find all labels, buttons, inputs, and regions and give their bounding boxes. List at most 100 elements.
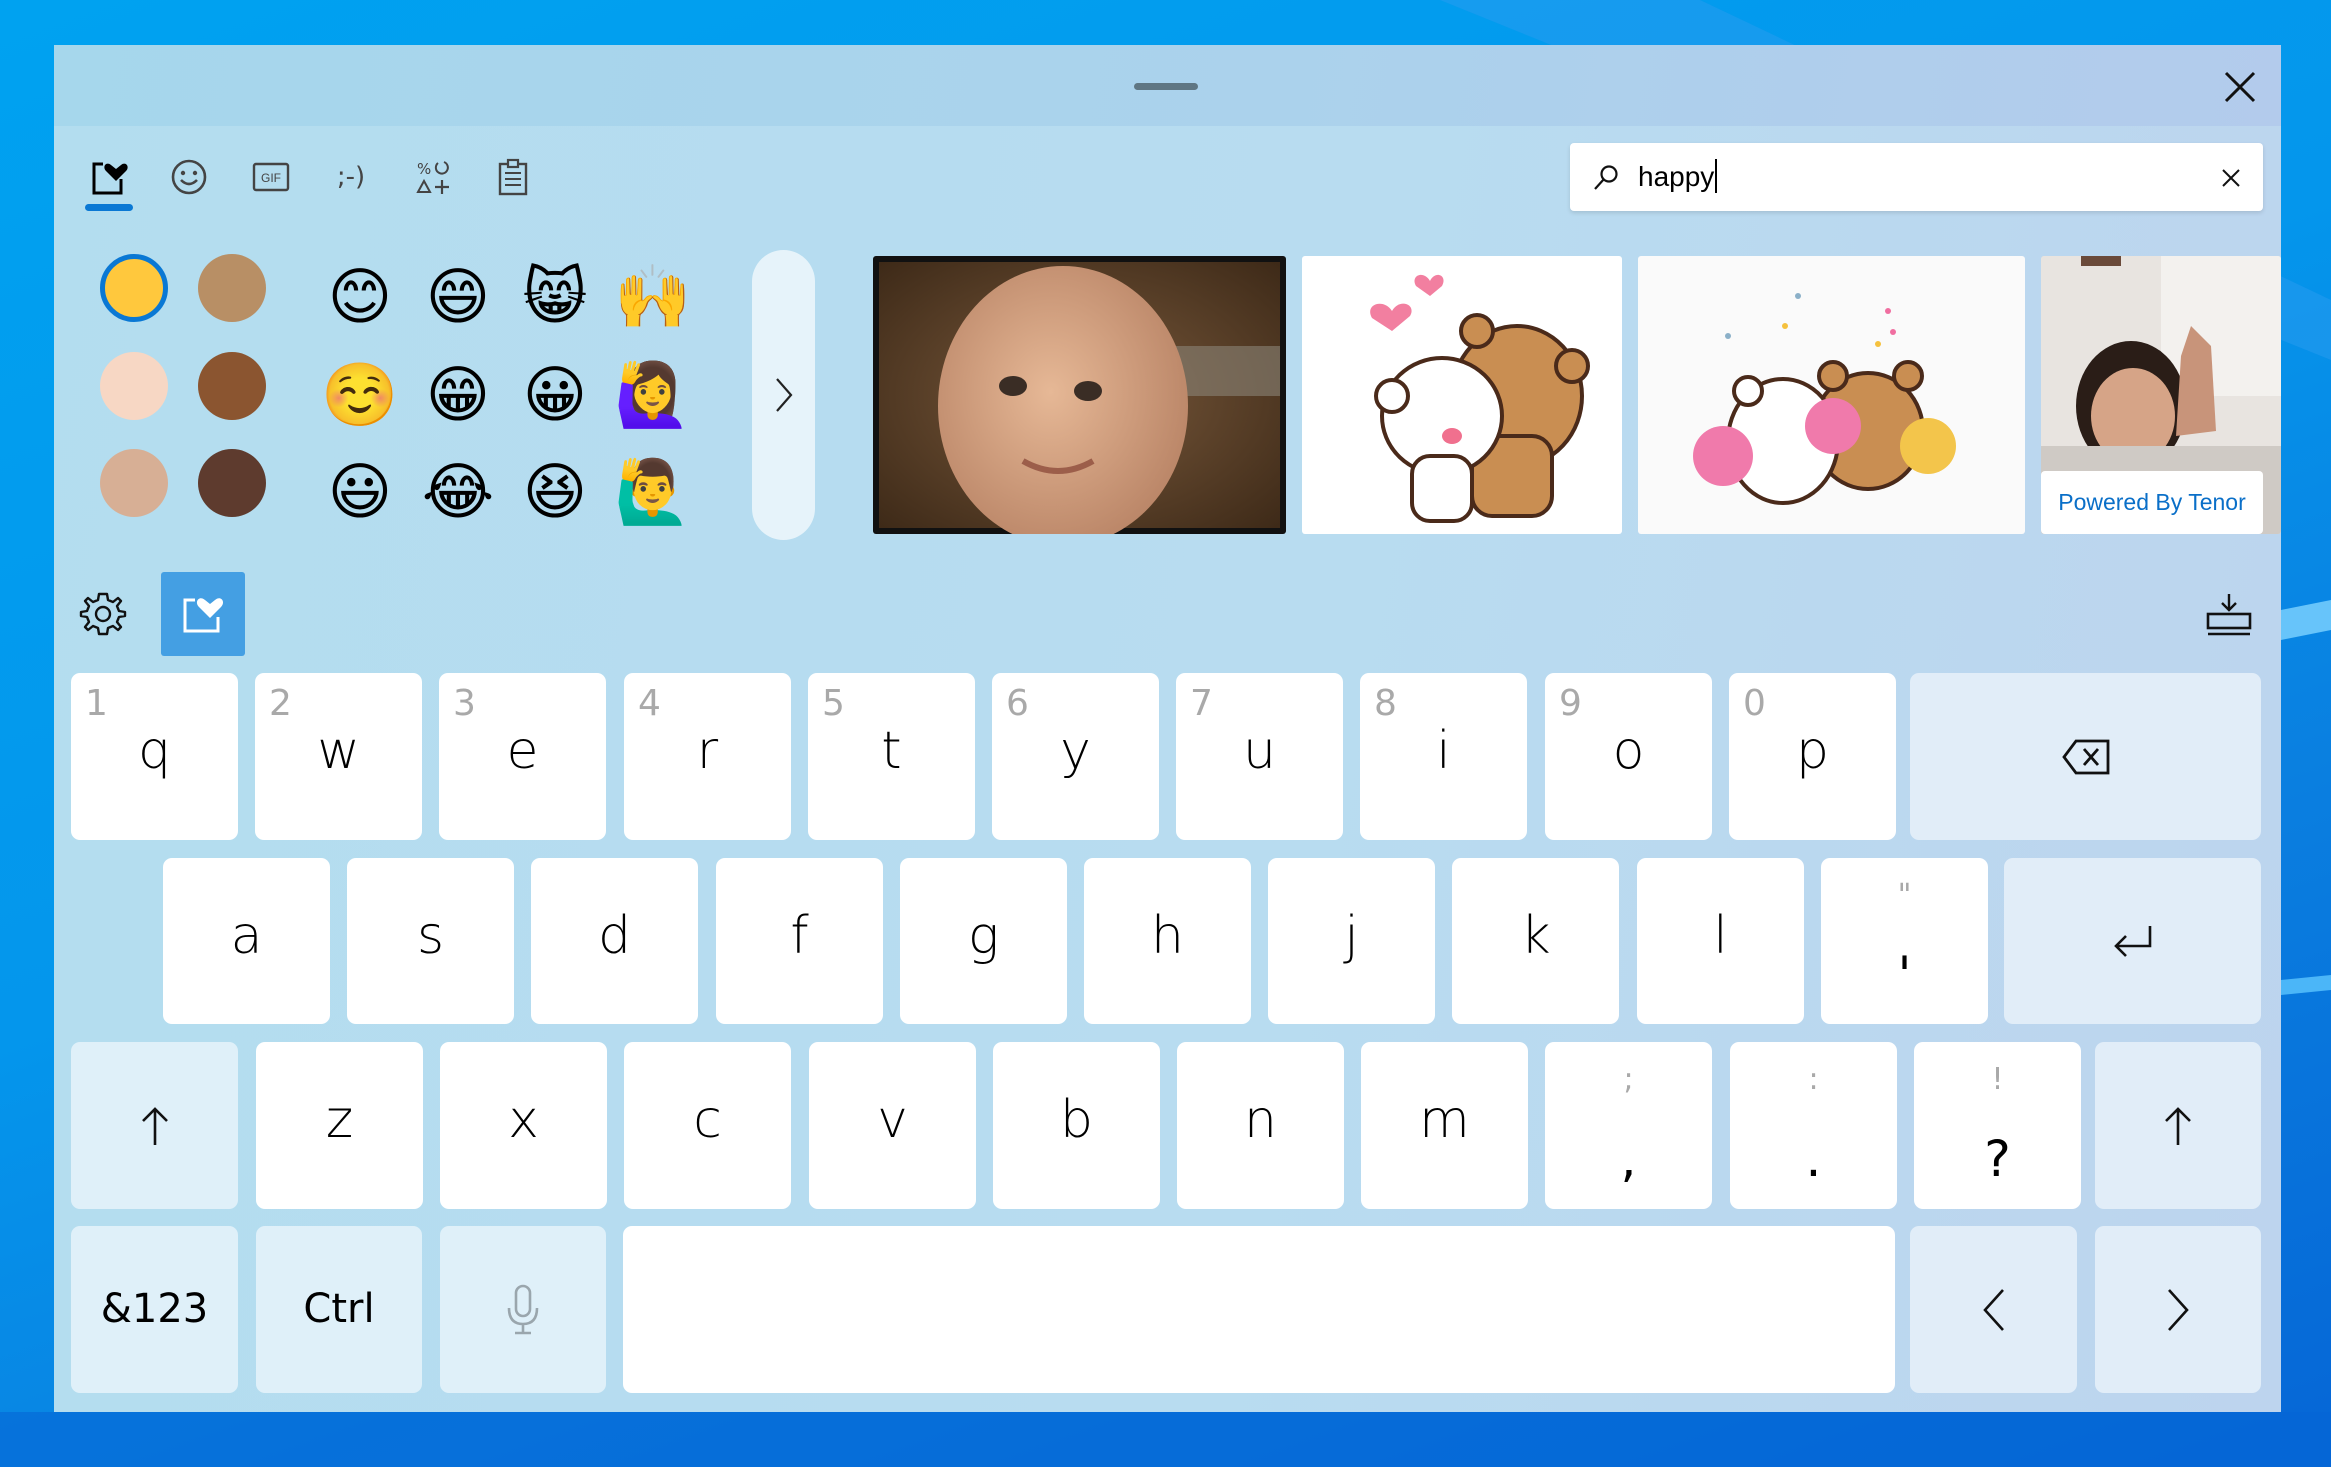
key-b[interactable]: b (993, 1042, 1160, 1209)
key-e[interactable]: 3e (439, 673, 606, 840)
key-k[interactable]: k (1452, 858, 1619, 1024)
key-i[interactable]: 8i (1360, 673, 1527, 840)
key-secondary-label: 5 (822, 683, 845, 724)
emoji-face-with-tears-of-joy[interactable]: 😂 (419, 453, 497, 531)
key-y[interactable]: 6y (992, 673, 1159, 840)
tab-symbols[interactable]: % (406, 150, 460, 204)
shift-right-key[interactable] (2095, 1042, 2261, 1209)
ctrl-key[interactable]: Ctrl (256, 1226, 422, 1393)
tab-gif[interactable]: GIF (244, 150, 298, 204)
key-d[interactable]: d (531, 858, 698, 1024)
key-primary-label: z (325, 1090, 354, 1150)
emoji-smiling-face[interactable]: ☺️ (321, 356, 399, 434)
tab-kaomoji[interactable]: ;-) (324, 150, 378, 204)
key-primary-label: ' (1897, 946, 1912, 1004)
key-secondary-label: : (1808, 1062, 1819, 1097)
key-p[interactable]: 0p (1729, 673, 1896, 840)
key-u[interactable]: 7u (1176, 673, 1343, 840)
symbols-numbers-key[interactable]: &123 (71, 1226, 238, 1393)
emoji-man-raising-hand[interactable]: 🙋‍♂️ (614, 453, 692, 531)
emoji-grinning-squinting-face[interactable]: 😆 (516, 453, 594, 531)
key-r[interactable]: 4r (624, 673, 791, 840)
key-secondary-label: 3 (453, 683, 476, 724)
key-primary-label: e (506, 721, 539, 781)
settings-button[interactable] (79, 590, 127, 638)
tab-clipboard[interactable] (486, 150, 540, 204)
key-secondary-label: ; (1623, 1062, 1634, 1097)
shift-left-key[interactable] (71, 1042, 238, 1209)
title-bar[interactable] (54, 45, 2281, 126)
tab-emoji[interactable] (162, 150, 216, 204)
skin-tone-default[interactable] (100, 254, 168, 322)
emoji-grinning-cat-with-smiling-eyes[interactable]: 😸 (516, 258, 594, 336)
search-query[interactable]: happy (1638, 159, 1718, 193)
key-punct-7[interactable]: ;, (1545, 1042, 1712, 1209)
key-primary-label: m (1419, 1090, 1470, 1150)
close-button[interactable] (2220, 65, 2260, 109)
key-primary-label: , (1620, 1130, 1637, 1188)
microphone-icon (507, 1284, 539, 1334)
emoji-panel-toggle-button[interactable] (161, 572, 245, 656)
drag-handle[interactable] (1134, 83, 1198, 90)
enter-icon (2113, 926, 2151, 957)
key-secondary-label: 1 (85, 683, 108, 724)
skin-tone-medium-light[interactable] (100, 449, 168, 517)
key-punct-9[interactable]: !? (1914, 1042, 2081, 1209)
key-punct-8[interactable]: :. (1730, 1042, 1897, 1209)
emoji-grinning-face[interactable]: 😀 (516, 356, 594, 434)
key-t[interactable]: 5t (808, 673, 975, 840)
key-g[interactable]: g (900, 858, 1067, 1024)
key-z[interactable]: z (256, 1042, 423, 1209)
powered-by-tenor-link[interactable]: Powered By Tenor (2041, 471, 2263, 534)
enter-key[interactable] (2004, 858, 2261, 1024)
svg-text:;-): ;-) (337, 162, 365, 192)
emoji-beaming-face-with-smiling-eyes[interactable]: 😁 (419, 356, 497, 434)
gif-result-baby[interactable] (873, 256, 1286, 534)
right-arrow-key[interactable] (2095, 1226, 2261, 1393)
backspace-key[interactable] (1910, 673, 2261, 840)
key-x[interactable]: x (440, 1042, 607, 1209)
tab-most-recent[interactable] (82, 150, 136, 204)
svg-text:%: % (417, 160, 431, 178)
skin-tone-dark[interactable] (198, 449, 266, 517)
emoji-smiling-face-with-smiling-eyes[interactable]: 😊 (321, 258, 399, 336)
key-h[interactable]: h (1084, 858, 1251, 1024)
chevron-right-icon (775, 378, 792, 412)
emoji-woman-raising-hand[interactable]: 🙋‍♀️ (614, 356, 692, 434)
skin-tone-medium[interactable] (198, 254, 266, 322)
shift-icon (2165, 1106, 2191, 1145)
key-q[interactable]: 1q (71, 673, 238, 840)
key-c[interactable]: c (624, 1042, 791, 1209)
dock-keyboard-button[interactable] (2204, 590, 2254, 640)
key-f[interactable]: f (716, 858, 883, 1024)
clear-search-icon[interactable] (2220, 167, 2242, 189)
key-m[interactable]: m (1361, 1042, 1528, 1209)
space-key[interactable] (623, 1226, 1895, 1393)
key-a[interactable]: a (163, 858, 330, 1024)
search-input[interactable]: happy (1570, 143, 2263, 211)
key-punct-9[interactable]: " ' (1821, 858, 1988, 1024)
skin-tone-medium-dark[interactable] (198, 352, 266, 420)
gif-result-bears-hug[interactable] (1302, 256, 1622, 534)
left-arrow-key[interactable] (1910, 1226, 2077, 1393)
emoji-grinning-face-with-smiling-eyes[interactable]: 😄 (419, 258, 497, 336)
key-l[interactable]: l (1637, 858, 1804, 1024)
key-s[interactable]: s (347, 858, 514, 1024)
emoji-grinning-face-with-big-eyes[interactable]: 😃 (321, 453, 399, 531)
clipboard-icon (498, 158, 528, 196)
key-secondary-label: 4 (638, 683, 661, 724)
chevron-right-icon (2168, 1288, 2189, 1331)
gear-icon (79, 592, 127, 636)
gif-result-bears-cheer[interactable] (1638, 256, 2025, 534)
key-v[interactable]: v (809, 1042, 976, 1209)
key-w[interactable]: 2w (255, 673, 422, 840)
key-n[interactable]: n (1177, 1042, 1344, 1209)
scroll-results-button[interactable] (752, 250, 815, 540)
key-secondary-label: " (1897, 878, 1912, 913)
emoji-raising-hands[interactable]: 🙌 (614, 258, 692, 336)
key-o[interactable]: 9o (1545, 673, 1712, 840)
bears-cheering-gif-image (1693, 293, 1956, 505)
skin-tone-light[interactable] (100, 352, 168, 420)
key-j[interactable]: j (1268, 858, 1435, 1024)
dictation-key[interactable] (440, 1226, 606, 1393)
